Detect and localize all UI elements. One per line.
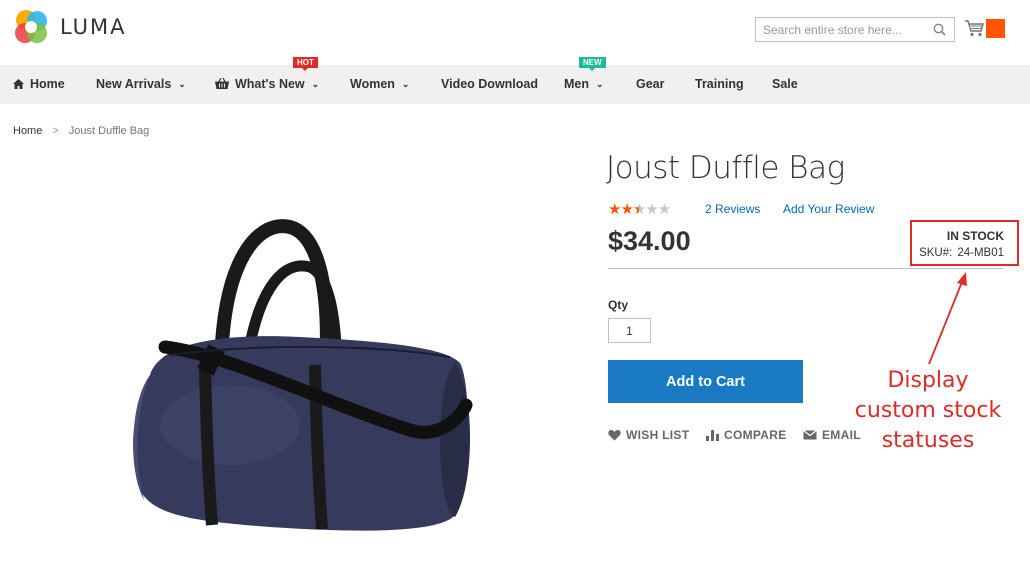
- annotation-line-1: Display: [887, 368, 969, 393]
- annotation-arrow: [928, 272, 967, 365]
- annotation-line-2: custom stock: [854, 398, 1002, 423]
- annotation-line-3: statuses: [881, 428, 975, 453]
- annotation-callout: Display custom stock statuses: [838, 366, 1018, 456]
